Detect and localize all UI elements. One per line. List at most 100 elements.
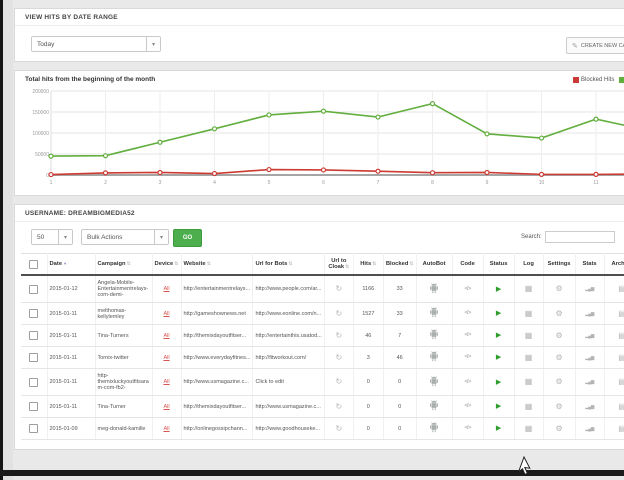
device-link[interactable]: All [163,379,169,385]
gear-icon[interactable]: ⚙ [555,402,562,411]
row-checkbox[interactable] [29,331,38,340]
svg-text:3: 3 [159,180,162,186]
column-label: Log [523,261,534,267]
android-icon[interactable] [429,429,439,435]
archive-cell: ▤ [604,325,624,347]
column-header-device[interactable]: Device⇅ [152,254,181,276]
refresh-icon[interactable]: ↻ [335,377,342,386]
bulk-actions-select[interactable]: Bulk Actions ▾ [81,229,169,245]
refresh-icon[interactable]: ↻ [335,331,342,340]
calendar-icon[interactable]: ▦ [525,284,533,293]
campaigns-panel: USERNAME: DREAMBIGMEDIA52 50 ▾ Bulk Acti… [14,204,624,450]
android-icon[interactable] [429,336,439,342]
android-icon[interactable] [429,383,439,389]
range-select[interactable]: Today ▾ [31,36,161,52]
code-icon[interactable]: </> [464,310,470,316]
android-icon[interactable] [429,407,439,413]
code-icon[interactable]: </> [464,332,470,338]
archive-icon[interactable]: ▤ [618,284,624,293]
code-icon[interactable]: </> [464,354,470,360]
row-checkbox[interactable] [29,285,38,294]
android-icon[interactable] [429,290,439,296]
chart-icon[interactable]: ▂▄▆ [585,379,594,384]
chart-icon[interactable]: ▂▄▆ [585,286,594,291]
refresh-icon[interactable]: ↻ [335,424,342,433]
device-link[interactable]: All [163,355,169,361]
column-header-url_cloak[interactable]: Url to Cloak⇅ [324,254,353,276]
code-icon[interactable]: </> [464,403,470,409]
play-icon[interactable]: ▶ [496,403,501,410]
gear-icon[interactable]: ⚙ [555,377,562,386]
device-link[interactable]: All [163,311,169,317]
device-link[interactable]: All [163,426,169,432]
play-icon[interactable]: ▶ [496,379,501,386]
search-input[interactable] [545,231,615,243]
device-link[interactable]: All [163,404,169,410]
column-header-blocked[interactable]: Blocked⇅ [383,254,416,276]
device-link[interactable]: All [163,333,169,339]
chart-icon[interactable]: ▂▄▆ [585,426,594,431]
calendar-icon[interactable]: ▦ [525,309,533,318]
select-all-checkbox[interactable] [29,260,38,269]
log-cell: ▦ [514,347,543,369]
play-icon[interactable]: ▶ [496,354,501,361]
column-header-website[interactable]: Website⇅ [181,254,253,276]
archive-icon[interactable]: ▤ [618,331,624,340]
archive-cell: ▤ [604,275,624,303]
archive-icon[interactable]: ▤ [618,353,624,362]
refresh-icon[interactable]: ↻ [335,309,342,318]
chart-icon[interactable]: ▂▄▆ [585,311,594,316]
search-label: Search: [521,234,542,240]
chart-icon[interactable]: ▂▄▆ [585,355,594,360]
play-icon[interactable]: ▶ [496,425,501,432]
gear-icon[interactable]: ⚙ [555,309,562,318]
column-header-campaign[interactable]: Campaign⇅ [95,254,152,276]
archive-icon[interactable]: ▤ [618,402,624,411]
column-header-hits[interactable]: Hits⇅ [353,254,383,276]
chart-icon[interactable]: ▂▄▆ [585,333,594,338]
status-cell: ▶ [483,369,514,396]
calendar-icon[interactable]: ▦ [525,402,533,411]
url_for_bots-cell[interactable]: Click to edit [253,369,324,396]
go-button[interactable]: GO [173,229,202,247]
code-icon[interactable]: </> [464,379,470,385]
create-campaign-button[interactable]: ✎ CREATE NEW CAMPAIGN [566,37,624,54]
archive-icon[interactable]: ▤ [618,424,624,433]
row-checkbox[interactable] [29,378,38,387]
refresh-icon[interactable]: ↻ [335,353,342,362]
play-icon[interactable]: ▶ [496,332,501,339]
code-icon[interactable]: </> [464,286,470,292]
hits-cell: 0 [353,396,383,418]
column-header-date[interactable]: Date▼ [47,254,95,276]
chart-icon[interactable]: ▂▄▆ [585,404,594,409]
column-header-url_for_bots[interactable]: Url for Bots⇅ [253,254,324,276]
code-icon[interactable]: </> [464,425,470,431]
play-icon[interactable]: ▶ [496,310,501,317]
column-label: Hits [360,261,371,267]
archive-icon[interactable]: ▤ [618,309,624,318]
gear-icon[interactable]: ⚙ [555,353,562,362]
row-checkbox[interactable] [29,309,38,318]
row-checkbox[interactable] [29,353,38,362]
gear-icon[interactable]: ⚙ [555,284,562,293]
page-size-select[interactable]: 50 ▾ [31,229,73,245]
play-icon[interactable]: ▶ [496,286,501,293]
row-checkbox[interactable] [29,402,38,411]
calendar-icon[interactable]: ▦ [525,331,533,340]
refresh-icon[interactable]: ↻ [335,284,342,293]
calendar-icon[interactable]: ▦ [525,353,533,362]
gear-icon[interactable]: ⚙ [555,331,562,340]
refresh-icon[interactable]: ↻ [335,402,342,411]
settings-cell: ⚙ [543,325,575,347]
android-icon[interactable] [429,358,439,364]
column-label: Archive [611,261,624,267]
calendar-icon[interactable]: ▦ [525,377,533,386]
android-icon[interactable] [429,314,439,320]
range-select-value: Today [32,41,146,48]
calendar-icon[interactable]: ▦ [525,424,533,433]
device-cell: All [152,325,181,347]
gear-icon[interactable]: ⚙ [555,424,562,433]
device-link[interactable]: All [163,286,169,292]
archive-icon[interactable]: ▤ [618,377,624,386]
row-checkbox[interactable] [29,424,38,433]
